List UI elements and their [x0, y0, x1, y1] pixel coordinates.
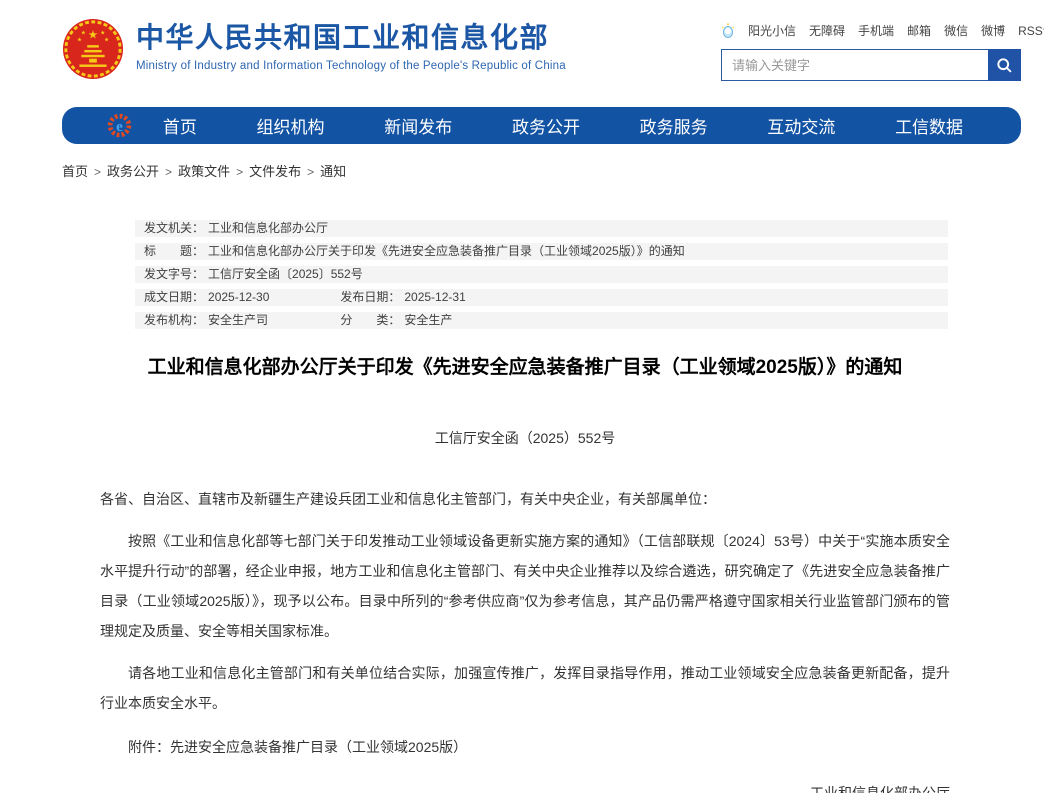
- meta-label: 标 题：: [144, 244, 204, 258]
- doc-number: 工信厅安全函（2025）552号: [100, 428, 950, 448]
- utility-link-accessibility[interactable]: 无障碍: [809, 22, 845, 39]
- svg-text:★: ★: [104, 36, 109, 43]
- breadcrumb-item-gov-disclosure[interactable]: 政务公开: [107, 164, 159, 179]
- doc-paragraph-2: 请各地工业和信息化主管部门和有关单位结合实际，加强宣传推广，发挥目录指导作用，推…: [100, 658, 950, 718]
- attachment-link[interactable]: 附件：先进安全应急装备推广目录（工业领域2025版）: [100, 732, 950, 762]
- svg-text:★: ★: [88, 28, 98, 41]
- utility-link-mail[interactable]: 邮箱: [907, 22, 931, 39]
- utility-bar: 阳光小信 无障碍 手机端 邮箱 微信 微博 RSS订阅: [721, 20, 1021, 40]
- meta-value: 工信厅安全函〔2025〕552号: [208, 267, 363, 281]
- meta-row-title: 标 题： 工业和信息化部办公厅关于印发《先进安全应急装备推广目录（工业领域2025…: [135, 243, 948, 260]
- main-nav: e 首页 组织机构 新闻发布 政务公开 政务服务 互动交流 工信数据: [62, 107, 1021, 144]
- meta-row-issuing-agency: 发文机关： 工业和信息化部办公厅: [135, 220, 948, 237]
- meta-value: 工业和信息化部办公厅: [208, 221, 328, 235]
- site-header: ★ ★ ★ ★ ★ 中华人民共和国工业和信息化部 Ministry of Ind…: [62, 0, 1021, 100]
- utility-link-mobile[interactable]: 手机端: [858, 22, 894, 39]
- meta-row-publisher: 发布机构： 安全生产司 分 类： 安全生产: [135, 312, 948, 329]
- national-emblem-icon: ★ ★ ★ ★ ★: [62, 18, 124, 80]
- doc-meta-table: 发文机关： 工业和信息化部办公厅 标 题： 工业和信息化部办公厅关于印发《先进安全应…: [135, 220, 948, 329]
- meta-label: 成文日期：: [144, 290, 204, 304]
- search-button[interactable]: [988, 49, 1021, 81]
- meta-label: 发布日期：: [340, 290, 400, 304]
- breadcrumb-item-policy-docs[interactable]: 政策文件: [178, 164, 230, 179]
- search-bar: [721, 49, 1021, 81]
- header-right: 阳光小信 无障碍 手机端 邮箱 微信 微博 RSS订阅: [721, 18, 1021, 81]
- svg-text:e: e: [116, 119, 123, 135]
- nav-items: 首页 组织机构 新闻发布 政务公开 政务服务 互动交流 工信数据: [133, 113, 993, 138]
- signature-agency: 工业和信息化部办公厅: [100, 780, 950, 793]
- breadcrumb-item-home[interactable]: 首页: [62, 164, 88, 179]
- svg-text:★: ★: [81, 29, 86, 36]
- meta-label: 分 类：: [340, 313, 400, 327]
- breadcrumb-separator: >: [236, 165, 243, 179]
- breadcrumb-item-notice[interactable]: 通知: [320, 164, 346, 179]
- nav-item-interaction[interactable]: 互动交流: [767, 113, 835, 138]
- meta-row-doc-number: 发文字号： 工信厅安全函〔2025〕552号: [135, 266, 948, 283]
- meta-label: 发布机构：: [144, 313, 204, 327]
- meta-value: 工业和信息化部办公厅关于印发《先进安全应急装备推广目录（工业领域2025版）》的…: [208, 244, 685, 258]
- page-shell: ★ ★ ★ ★ ★ 中华人民共和国工业和信息化部 Ministry of Ind…: [62, 0, 1021, 793]
- search-input[interactable]: [721, 49, 988, 81]
- breadcrumb-separator: >: [307, 165, 314, 179]
- mascot-icon: [721, 22, 735, 39]
- document: 工业和信息化部办公厅关于印发《先进安全应急装备推广目录（工业领域2025版）》的…: [100, 356, 950, 793]
- doc-title: 工业和信息化部办公厅关于印发《先进安全应急装备推广目录（工业领域2025版）》的…: [100, 356, 950, 380]
- nav-item-gov-services[interactable]: 政务服务: [640, 113, 708, 138]
- nav-item-miit-data[interactable]: 工信数据: [895, 113, 963, 138]
- nav-item-gov-disclosure[interactable]: 政务公开: [512, 113, 580, 138]
- doc-body: 各省、自治区、直辖市及新疆生产建设兵团工业和信息化主管部门，有关中央企业，有关部…: [100, 484, 950, 793]
- signature-block: 工业和信息化部办公厅 2025年12月30日: [100, 780, 950, 793]
- meta-label: 发文字号：: [144, 267, 204, 281]
- utility-link-sunshine[interactable]: 阳光小信: [748, 22, 796, 39]
- utility-link-weibo[interactable]: 微博: [981, 22, 1005, 39]
- meta-value: 2025-12-30: [208, 290, 269, 304]
- nav-item-home[interactable]: 首页: [163, 113, 197, 138]
- meta-row-dates: 成文日期： 2025-12-30 发布日期： 2025-12-31: [135, 289, 948, 306]
- site-subtitle: Ministry of Industry and Information Tec…: [136, 60, 566, 72]
- nav-item-organization[interactable]: 组织机构: [257, 113, 325, 138]
- site-brand: ★ ★ ★ ★ ★ 中华人民共和国工业和信息化部 Ministry of Ind…: [62, 18, 566, 80]
- site-title: 中华人民共和国工业和信息化部: [136, 18, 566, 58]
- site-title-block: 中华人民共和国工业和信息化部 Ministry of Industry and …: [136, 18, 566, 72]
- meta-value: 安全生产: [404, 313, 452, 327]
- utility-link-rss[interactable]: RSS订阅: [1018, 22, 1044, 39]
- breadcrumb-separator: >: [165, 165, 172, 179]
- breadcrumb-separator: >: [94, 165, 101, 179]
- meta-value: 2025-12-31: [404, 290, 465, 304]
- breadcrumb-item-doc-release[interactable]: 文件发布: [249, 164, 301, 179]
- meta-label: 发文机关：: [144, 221, 204, 235]
- nav-item-news[interactable]: 新闻发布: [384, 113, 452, 138]
- utility-link-wechat[interactable]: 微信: [944, 22, 968, 39]
- doc-paragraph-1: 按照《工业和信息化部等七部门关于印发推动工业领域设备更新实施方案的通知》（工信部…: [100, 526, 950, 646]
- meta-value: 安全生产司: [208, 313, 268, 327]
- miit-gear-logo-icon: e: [106, 112, 133, 139]
- search-icon: [996, 57, 1013, 74]
- svg-text:★: ★: [100, 29, 105, 36]
- svg-text:★: ★: [77, 36, 82, 43]
- doc-salutation: 各省、自治区、直辖市及新疆生产建设兵团工业和信息化主管部门，有关中央企业，有关部…: [100, 484, 950, 514]
- breadcrumb: 首页 > 政务公开 > 政策文件 > 文件发布 > 通知: [62, 161, 1021, 180]
